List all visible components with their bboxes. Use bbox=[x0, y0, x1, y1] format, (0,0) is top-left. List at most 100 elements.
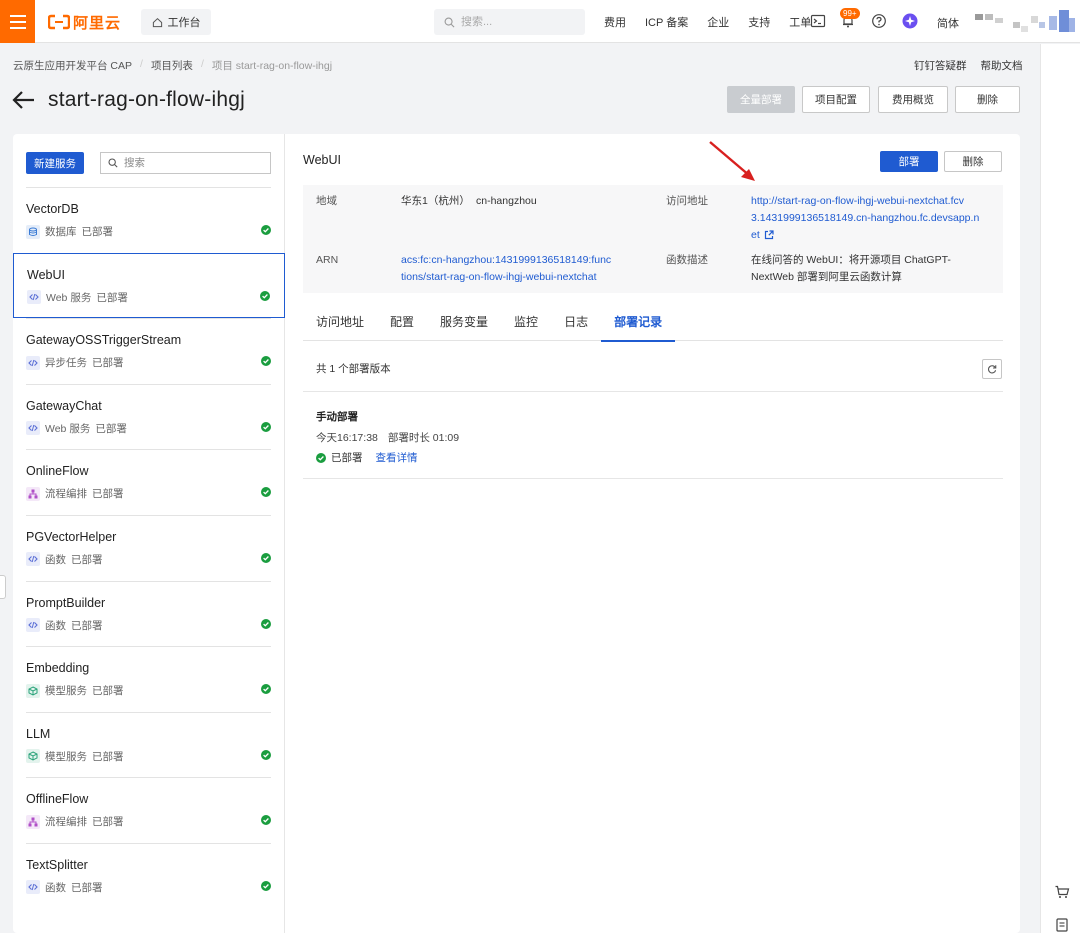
nav-icp[interactable]: ICP 备案 bbox=[645, 14, 688, 30]
code-icon bbox=[26, 355, 40, 370]
service-type: 流程编排 bbox=[45, 816, 87, 829]
service-meta: 模型服务 已部署 bbox=[26, 749, 124, 764]
service-status: 已部署 bbox=[71, 881, 103, 894]
service-type: 模型服务 bbox=[45, 685, 87, 698]
tab-deploy-records[interactable]: 部署记录 bbox=[601, 310, 676, 342]
global-search-input[interactable] bbox=[461, 16, 571, 28]
service-meta: 异步任务 已部署 bbox=[26, 355, 124, 370]
service-name: LLM bbox=[26, 726, 51, 741]
arn-line: tions/start-rag-on-flow-ihgj-webui-nextc… bbox=[401, 271, 597, 283]
service-item[interactable]: Embedding 模型服务 已部署 bbox=[26, 646, 271, 712]
cart-icon[interactable] bbox=[1054, 884, 1070, 900]
new-service-button[interactable]: 新建服务 bbox=[26, 152, 84, 174]
external-link-icon[interactable] bbox=[764, 230, 774, 240]
service-name: WebUI bbox=[27, 267, 65, 282]
full-deploy-button[interactable]: 全量部署 bbox=[727, 86, 795, 113]
record-time: 今天16:17:38 bbox=[316, 432, 378, 444]
access-url-line: et bbox=[751, 229, 760, 241]
delete-service-button[interactable]: 删除 bbox=[944, 151, 1002, 172]
nav-ticket[interactable]: 工单 bbox=[789, 14, 811, 30]
breadcrumb-project-list[interactable]: 项目列表 bbox=[151, 58, 193, 73]
project-config-button[interactable]: 项目配置 bbox=[802, 86, 870, 113]
top-nav: 费用 ICP 备案 企业 支持 工单 bbox=[604, 0, 830, 43]
service-status: 已部署 bbox=[71, 553, 103, 566]
service-type: Web 服务 bbox=[45, 422, 91, 435]
hamburger-icon bbox=[9, 14, 26, 29]
main-panel: 新建服务 VectorDB数据库已部署WebUIWeb 服务已部署Gateway… bbox=[13, 134, 1020, 933]
feedback-icon[interactable] bbox=[1054, 917, 1070, 933]
dingtalk-group-link[interactable]: 钉钉答疑群 bbox=[914, 58, 967, 73]
service-status: 已部署 bbox=[92, 488, 124, 501]
global-search[interactable] bbox=[434, 9, 585, 35]
delete-project-button[interactable]: 删除 bbox=[955, 86, 1020, 113]
description-label: 函数描述 bbox=[666, 254, 708, 266]
breadcrumb-platform[interactable]: 云原生应用开发平台 CAP bbox=[13, 58, 132, 73]
back-arrow-icon[interactable] bbox=[12, 91, 36, 109]
cost-overview-button[interactable]: 费用概览 bbox=[878, 86, 948, 113]
service-list: VectorDB 数据库 已部署 WebUI Web 服务 已部署 GatewayOSSTr… bbox=[13, 187, 285, 909]
access-url-link[interactable]: http://start-rag-on-flow-ihgj-webui-next… bbox=[751, 193, 996, 244]
arn-link[interactable]: acs:fc:cn-hangzhou:1431999136518149:func… bbox=[401, 252, 641, 286]
description-value: 在线问答的 WebUI：将开源项目 ChatGPT- NextWeb 部署到阿里… bbox=[751, 252, 996, 286]
service-item[interactable]: GatewayOSSTriggerStream 异步任务 已部署 bbox=[26, 318, 271, 384]
service-item[interactable]: PGVectorHelper 函数 已部署 bbox=[26, 514, 271, 581]
page-title: start-rag-on-flow-ihgj bbox=[48, 88, 245, 111]
service-status: 已部署 bbox=[92, 816, 124, 829]
service-meta: 流程编排 已部署 bbox=[26, 486, 124, 501]
service-info: 地域 华东1（杭州） cn-hangzhou 访问地址 http://start… bbox=[303, 185, 1003, 293]
check-circle-icon bbox=[261, 880, 271, 891]
check-circle-icon bbox=[261, 552, 271, 563]
refresh-button[interactable] bbox=[982, 359, 1002, 379]
aliyun-logo-icon bbox=[48, 14, 70, 30]
sidebar-collapse-handle[interactable] bbox=[0, 575, 6, 599]
help-docs-link[interactable]: 帮助文档 bbox=[981, 58, 1023, 73]
service-search-input[interactable] bbox=[124, 157, 264, 169]
check-circle-icon bbox=[261, 421, 271, 432]
service-name: TextSplitter bbox=[26, 857, 88, 872]
code-icon bbox=[26, 552, 40, 567]
service-type: 数据库 bbox=[45, 226, 77, 238]
records-count: 共 1 个部署版本 bbox=[316, 363, 391, 375]
nav-support[interactable]: 支持 bbox=[748, 14, 770, 30]
check-circle-icon bbox=[261, 225, 271, 235]
help-icon[interactable] bbox=[871, 13, 887, 29]
nav-enterprise[interactable]: 企业 bbox=[707, 14, 729, 30]
service-item[interactable]: OnlineFlow 流程编排 已部署 bbox=[26, 449, 271, 515]
service-type: 函数 bbox=[45, 881, 66, 894]
service-item[interactable]: GatewayChat Web 服务 已部署 bbox=[26, 383, 271, 450]
tab-monitoring[interactable]: 监控 bbox=[501, 310, 551, 341]
check-circle-icon bbox=[260, 290, 270, 301]
view-details-link[interactable]: 查看详情 bbox=[376, 450, 418, 465]
service-status: 已部署 bbox=[81, 226, 114, 238]
tab-service-variables[interactable]: 服务变量 bbox=[427, 310, 501, 341]
arn-label: ARN bbox=[316, 254, 339, 266]
account-avatar[interactable] bbox=[975, 8, 1075, 36]
service-item[interactable]: PromptBuilder 函数 已部署 bbox=[26, 580, 271, 647]
service-item[interactable]: TextSplitter 函数 已部署 bbox=[26, 842, 271, 909]
deploy-button[interactable]: 部署 bbox=[880, 151, 938, 172]
check-circle-icon bbox=[261, 815, 271, 826]
url-label: 访问地址 bbox=[666, 195, 708, 207]
service-meta: 函数 已部署 bbox=[26, 880, 103, 895]
terminal-icon[interactable] bbox=[810, 13, 826, 29]
description-line: NextWeb 部署到阿里云函数计算 bbox=[751, 271, 902, 283]
ai-assistant-icon[interactable] bbox=[902, 13, 918, 29]
language-switch[interactable]: 简体 bbox=[937, 15, 959, 31]
service-status: 已部署 bbox=[92, 357, 124, 370]
aliyun-logo[interactable]: 阿里云 bbox=[48, 10, 121, 34]
service-search[interactable] bbox=[100, 152, 271, 174]
service-item[interactable]: OfflineFlow 流程编排 已部署 bbox=[26, 777, 271, 843]
records-header: 共 1 个部署版本 bbox=[303, 341, 1003, 392]
service-status: 已部署 bbox=[92, 685, 124, 698]
menu-button[interactable] bbox=[0, 0, 35, 43]
code-icon bbox=[26, 618, 40, 633]
nav-cost[interactable]: 费用 bbox=[604, 14, 626, 30]
workbench-button[interactable]: 工作台 bbox=[141, 9, 211, 35]
record-time-row: 今天16:17:38 部署时长 01:09 bbox=[316, 430, 459, 445]
tab-logs[interactable]: 日志 bbox=[551, 310, 601, 341]
tab-config[interactable]: 配置 bbox=[377, 310, 427, 341]
service-item[interactable]: WebUI Web 服务 已部署 bbox=[13, 252, 285, 319]
service-item[interactable]: VectorDB 数据库 已部署 bbox=[26, 187, 271, 253]
tab-access-url[interactable]: 访问地址 bbox=[303, 310, 377, 341]
service-item[interactable]: LLM 模型服务 已部署 bbox=[26, 711, 271, 778]
